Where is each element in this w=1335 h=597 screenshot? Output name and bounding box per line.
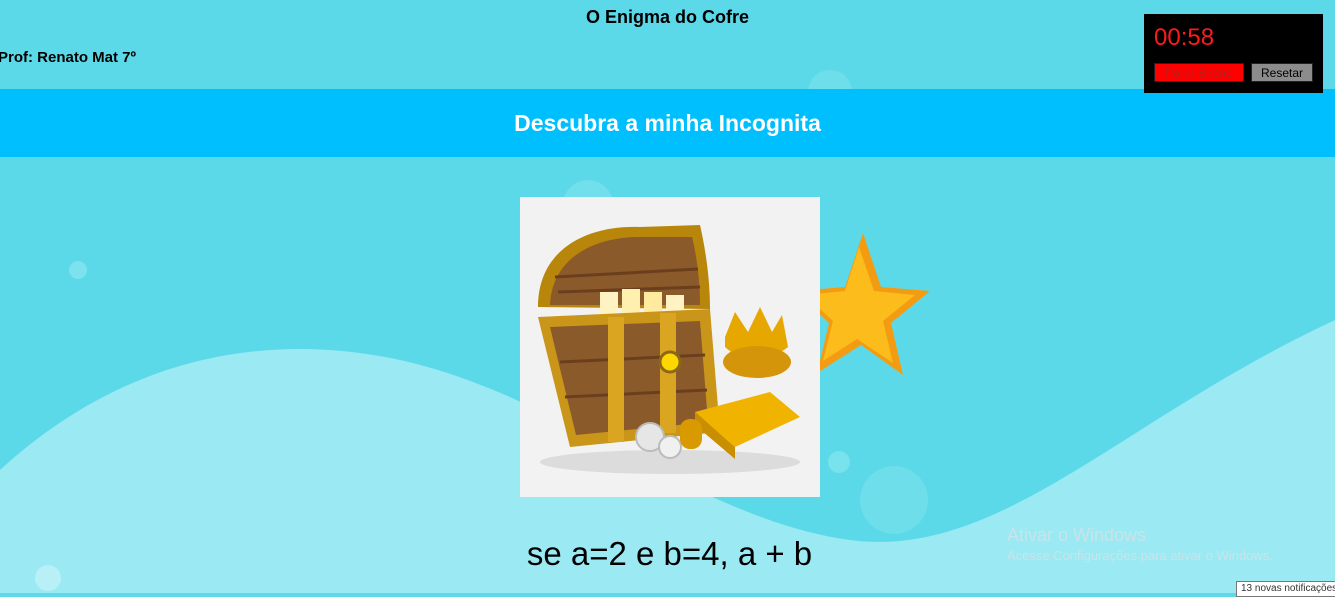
timer-display: 00:58 — [1154, 24, 1215, 51]
notification-toast[interactable]: 13 novas notificações — [1236, 581, 1335, 597]
banner: Descubra a minha Incognita — [0, 89, 1335, 157]
page-title: O Enigma do Cofre — [585, 7, 749, 27]
banner-heading: Descubra a minha Incognita — [514, 109, 821, 136]
reset-button[interactable]: Resetar — [1251, 63, 1313, 82]
treasure-chest-icon — [538, 225, 800, 474]
timer-panel: 00:58 Parar Sirene Resetar — [1144, 14, 1323, 93]
stop-siren-button[interactable]: Parar Sirene — [1154, 63, 1244, 82]
treasure-chest-image — [520, 197, 820, 497]
windows-activation-watermark: Ativar o Windows Acesse Configurações pa… — [1007, 525, 1273, 563]
watermark-subtitle: Acesse Configurações para ativar o Windo… — [1007, 548, 1273, 563]
watermark-title: Ativar o Windows — [1007, 525, 1147, 545]
author-label: Prof: Renato Mat 7º — [0, 49, 136, 66]
